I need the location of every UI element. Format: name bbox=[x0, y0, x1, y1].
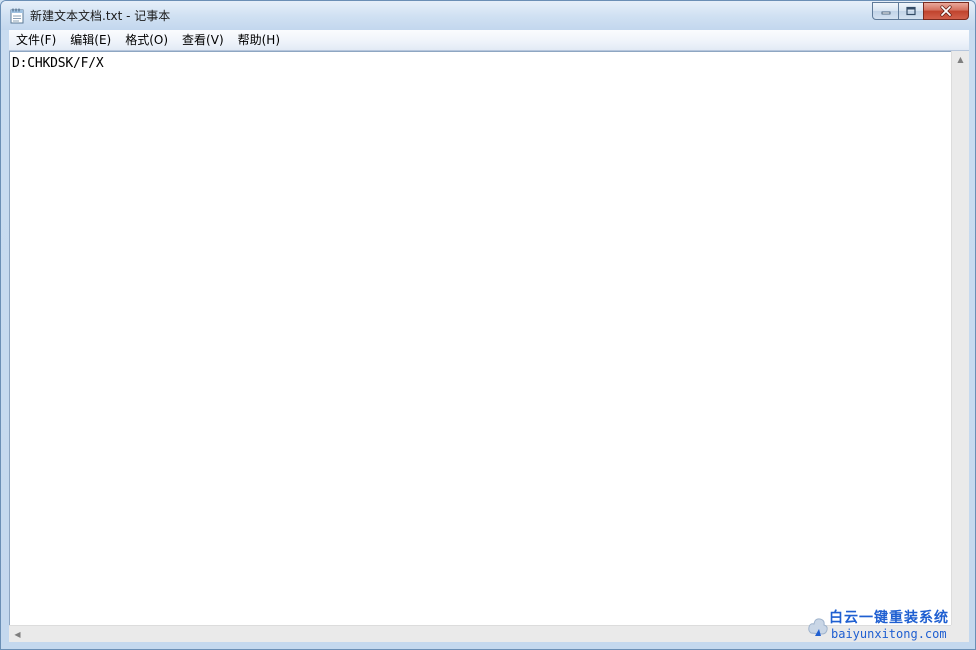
notepad-window: 新建文本文档.txt - 记事本 文件(F) 编辑(E) 格式(O) 查看(V)… bbox=[0, 0, 976, 650]
minimize-icon bbox=[881, 11, 890, 15]
close-button[interactable] bbox=[923, 2, 969, 20]
watermark-url: baiyunxitong.com bbox=[831, 627, 947, 641]
title-bar[interactable]: 新建文本文档.txt - 记事本 bbox=[1, 1, 975, 30]
close-icon bbox=[940, 5, 952, 17]
maximize-button[interactable] bbox=[898, 2, 924, 20]
cloud-logo-icon bbox=[808, 618, 828, 636]
menu-bar: 文件(F) 编辑(E) 格式(O) 查看(V) 帮助(H) bbox=[9, 30, 969, 51]
maximize-icon bbox=[906, 6, 916, 16]
menu-edit[interactable]: 编辑(E) bbox=[63, 30, 118, 50]
scroll-up-icon[interactable]: ▲ bbox=[952, 51, 969, 68]
vertical-scrollbar[interactable]: ▲ bbox=[951, 51, 969, 625]
menu-file[interactable]: 文件(F) bbox=[9, 30, 63, 50]
window-title: 新建文本文档.txt - 记事本 bbox=[30, 9, 171, 23]
text-editor[interactable]: D:CHKDSK/F/X bbox=[9, 51, 951, 625]
menu-format[interactable]: 格式(O) bbox=[118, 30, 175, 50]
watermark: 白云一键重装系统 baiyunxitong.com bbox=[807, 607, 969, 645]
menu-view[interactable]: 查看(V) bbox=[175, 30, 231, 50]
menu-help[interactable]: 帮助(H) bbox=[231, 30, 287, 50]
notepad-icon[interactable] bbox=[10, 8, 24, 24]
caption-buttons bbox=[872, 2, 969, 22]
editor-content: D:CHKDSK/F/X bbox=[12, 56, 104, 71]
minimize-button[interactable] bbox=[872, 2, 899, 20]
scroll-left-icon[interactable]: ◀ bbox=[9, 626, 26, 643]
watermark-title: 白云一键重装系统 bbox=[829, 610, 949, 626]
